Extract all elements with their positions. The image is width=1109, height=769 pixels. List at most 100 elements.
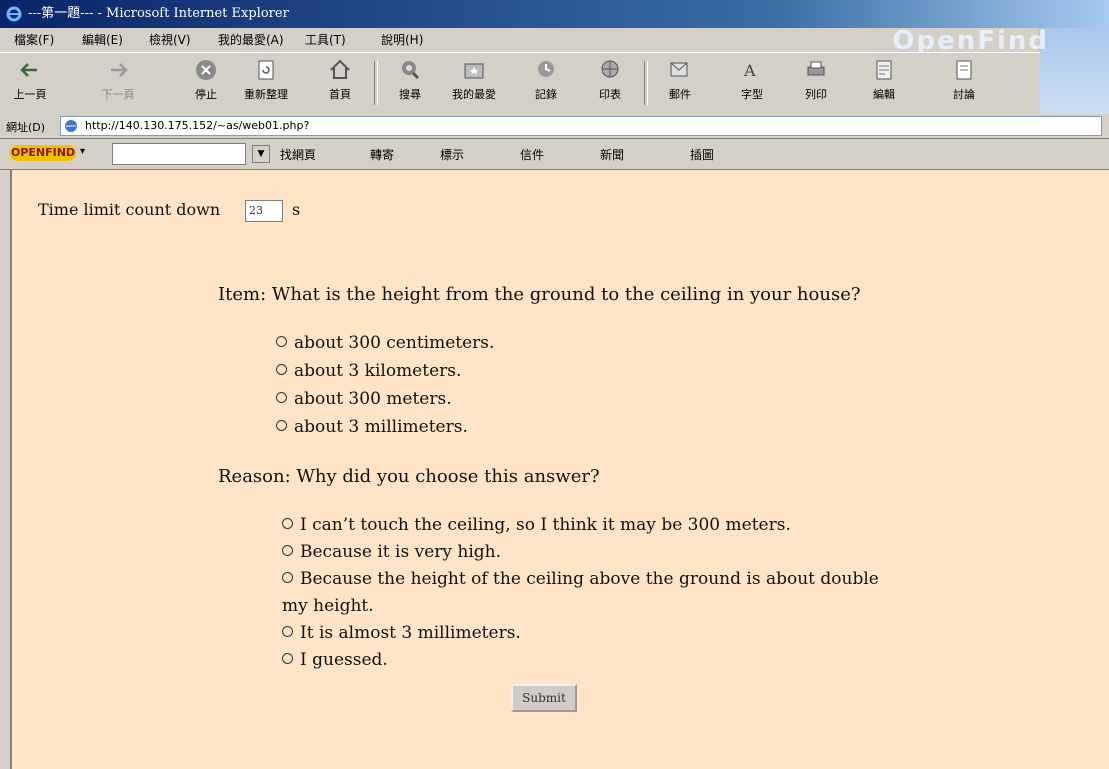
- answer-option-label: about 3 millimeters.: [294, 417, 468, 437]
- edit-label: 編輯: [873, 88, 895, 101]
- openfind-images[interactable]: 插圖: [690, 146, 714, 163]
- home-icon: [330, 59, 350, 79]
- menu-favorites[interactable]: 我的最愛(A): [218, 28, 284, 52]
- ie-logo-icon: [6, 6, 22, 22]
- edit-document-icon: [876, 60, 892, 80]
- reason-option-label: I can’t touch the ceiling, so I think it…: [300, 515, 791, 535]
- openfind-forward[interactable]: 轉寄: [370, 146, 394, 163]
- page-icon: [65, 120, 77, 132]
- font-icon: A: [743, 61, 756, 80]
- address-input[interactable]: http://140.130.175.152/~as/web01.php?: [60, 116, 1102, 136]
- radio-button[interactable]: [276, 420, 287, 431]
- mail-button[interactable]: 郵件: [654, 57, 706, 111]
- stop-button[interactable]: 停止: [180, 57, 232, 111]
- answer-option-label: about 300 centimeters.: [294, 333, 495, 353]
- home-label: 首頁: [329, 88, 351, 101]
- print-label: 列印: [805, 88, 827, 101]
- openfind-toolbar: OPENFIND ▾ ▼ 找網頁 轉寄 標示 信件 新聞 插圖: [0, 139, 1109, 170]
- question-text: Item: What is the height from the ground…: [218, 284, 861, 305]
- answer-option[interactable]: about 3 kilometers.: [276, 361, 461, 381]
- printer-icon: [807, 61, 825, 76]
- submit-button[interactable]: Submit: [511, 684, 577, 712]
- radio-button[interactable]: [282, 626, 293, 637]
- address-label: 網址(D): [6, 121, 46, 134]
- reason-option-label: Because the height of the ceiling above …: [300, 569, 879, 589]
- search-icon: [402, 61, 420, 80]
- history-button[interactable]: 記錄: [520, 57, 572, 111]
- refresh-button[interactable]: 重新整理: [240, 57, 292, 111]
- stop-icon: [196, 60, 216, 80]
- print-layout-label: 印表: [599, 88, 621, 101]
- window-titlebar: ---第一題--- - Microsoft Internet Explorer: [0, 0, 1109, 28]
- stop-label: 停止: [195, 88, 217, 101]
- openfind-logo[interactable]: OPENFIND: [10, 145, 76, 161]
- reason-option[interactable]: I can’t touch the ceiling, so I think it…: [282, 515, 791, 535]
- font-label: 字型: [741, 88, 763, 101]
- openfind-search-input[interactable]: [112, 143, 246, 165]
- history-label: 記錄: [535, 88, 557, 101]
- reason-option[interactable]: It is almost 3 millimeters.: [282, 623, 521, 643]
- menu-file[interactable]: 檔案(F): [14, 28, 54, 52]
- reason-option[interactable]: I guessed.: [282, 650, 388, 670]
- reason-option-label: I guessed.: [300, 650, 388, 670]
- menu-tools[interactable]: 工具(T): [305, 28, 346, 52]
- address-url: http://140.130.175.152/~as/web01.php?: [85, 119, 310, 132]
- address-bar: 網址(D) http://140.130.175.152/~as/web01.p…: [0, 114, 1109, 139]
- print-button[interactable]: 列印: [790, 57, 842, 111]
- radio-button[interactable]: [282, 545, 293, 556]
- menu-edit[interactable]: 編輯(E): [82, 28, 123, 52]
- reason-option-continuation: my height.: [282, 596, 374, 616]
- chevron-down-icon[interactable]: ▾: [80, 146, 85, 157]
- search-label: 搜尋: [399, 88, 421, 101]
- refresh-icon: [258, 60, 274, 80]
- home-button[interactable]: 首頁: [314, 57, 366, 111]
- discuss-icon: [956, 60, 972, 80]
- search-button[interactable]: 搜尋: [384, 57, 436, 111]
- radio-button[interactable]: [276, 336, 287, 347]
- toolbar-separator: [644, 61, 648, 105]
- radio-button[interactable]: [282, 572, 293, 583]
- forward-label: 下一頁: [101, 88, 135, 101]
- openfind-news[interactable]: 新聞: [600, 146, 624, 163]
- answer-option-label: about 3 kilometers.: [294, 361, 462, 381]
- back-arrow-icon: [20, 63, 37, 77]
- openfind-find-page[interactable]: 找網頁: [280, 146, 316, 163]
- globe-icon: [601, 60, 619, 78]
- back-button[interactable]: 上一頁: [4, 57, 56, 111]
- answer-option[interactable]: about 300 meters.: [276, 389, 452, 409]
- radio-button[interactable]: [282, 653, 293, 664]
- openfind-mark[interactable]: 標示: [440, 146, 464, 163]
- timer-countdown-field[interactable]: 23: [245, 200, 283, 222]
- reason-option[interactable]: Because the height of the ceiling above …: [282, 569, 879, 589]
- radio-button[interactable]: [276, 392, 287, 403]
- favorites-folder-icon: [464, 63, 484, 79]
- openfind-mail[interactable]: 信件: [520, 146, 544, 163]
- svg-text:A: A: [743, 61, 756, 80]
- favorites-label: 我的最愛: [452, 88, 496, 101]
- reason-option-label: Because it is very high.: [300, 542, 502, 562]
- mail-label: 郵件: [669, 88, 691, 101]
- font-button[interactable]: A 字型: [726, 57, 778, 111]
- back-label: 上一頁: [13, 88, 47, 101]
- forward-arrow-icon: [111, 63, 128, 77]
- edit-button[interactable]: 編輯: [858, 57, 910, 111]
- reason-option[interactable]: Because it is very high.: [282, 542, 501, 562]
- print-layout-button[interactable]: 印表: [584, 57, 636, 111]
- answer-option[interactable]: about 300 centimeters.: [276, 333, 494, 353]
- menu-view[interactable]: 檢視(V): [149, 28, 191, 52]
- toolbar-separator: [374, 61, 378, 105]
- discuss-label: 討論: [953, 88, 975, 101]
- discuss-button[interactable]: 討論: [938, 57, 990, 111]
- forward-button[interactable]: 下一頁: [92, 57, 144, 111]
- favorites-button[interactable]: 我的最愛: [448, 57, 500, 111]
- answer-option-label: about 300 meters.: [294, 389, 452, 409]
- radio-button[interactable]: [282, 518, 293, 529]
- radio-button[interactable]: [276, 364, 287, 375]
- window-title: ---第一題--- - Microsoft Internet Explorer: [28, 6, 289, 21]
- answer-option[interactable]: about 3 millimeters.: [276, 417, 468, 437]
- refresh-label: 重新整理: [244, 88, 288, 101]
- openfind-dropdown-button[interactable]: ▼: [252, 145, 270, 163]
- reason-option-label: It is almost 3 millimeters.: [300, 623, 521, 643]
- page-content: Time limit count down 23 s Item: What is…: [10, 170, 1109, 769]
- menu-help[interactable]: 說明(H): [381, 28, 423, 52]
